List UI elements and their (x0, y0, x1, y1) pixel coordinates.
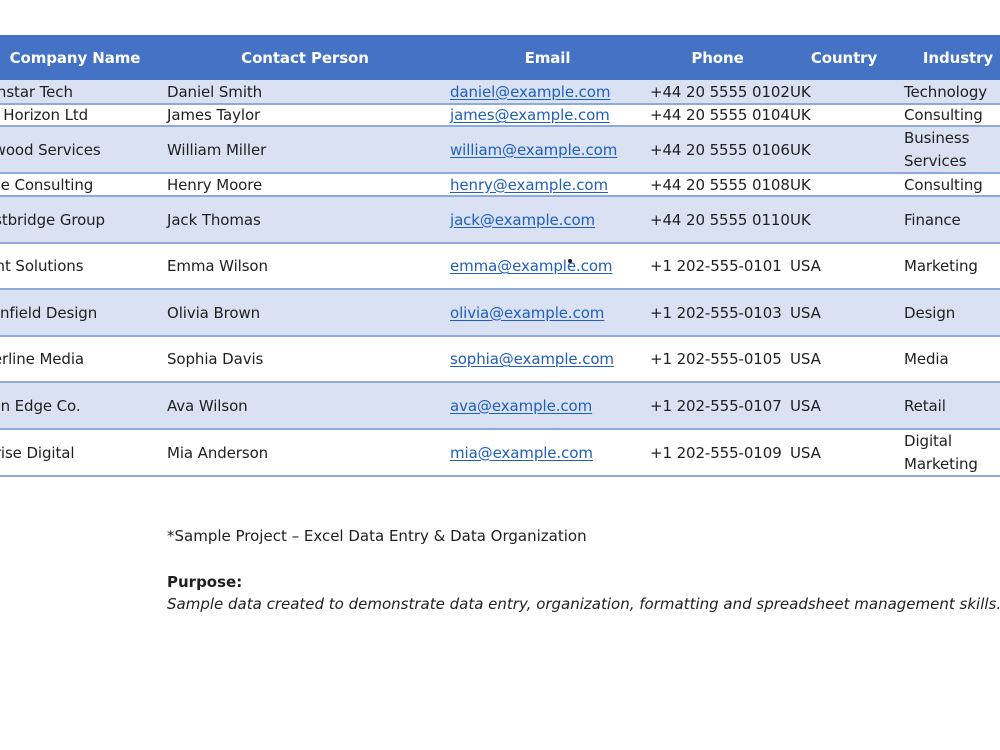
email-link[interactable]: james@example.com (450, 106, 610, 124)
cell-country[interactable]: UK (790, 127, 900, 172)
header-contact-person[interactable]: Contact Person (175, 35, 435, 80)
cell-industry[interactable]: Consulting (904, 174, 1000, 195)
table-row: ilverline Media Sophia Davis sophia@exam… (0, 337, 1000, 383)
email-link[interactable]: olivia@example.com (450, 304, 604, 322)
data-table: Company Name Contact Person Email Phone … (0, 35, 1000, 477)
cell-industry[interactable]: Business Services (904, 127, 1000, 172)
cell-country[interactable]: USA (790, 244, 900, 288)
cell-country[interactable]: UK (790, 174, 900, 195)
cell-phone[interactable]: +1 202-555-0109 (650, 430, 790, 475)
cell-country[interactable]: UK (790, 105, 900, 125)
cell-email[interactable]: emma@example.com (450, 244, 645, 288)
cell-company[interactable]: ilverline Media (0, 337, 166, 381)
cell-email[interactable]: olivia@example.com (450, 290, 645, 335)
cell-contact[interactable]: James Taylor (167, 105, 417, 125)
cell-company[interactable]: rban Edge Co. (0, 383, 166, 428)
cell-phone[interactable]: +44 20 5555 0110 (650, 197, 790, 242)
cell-country[interactable]: USA (790, 337, 900, 381)
table-row: Vestbridge Group Jack Thomas jack@exampl… (0, 197, 1000, 244)
email-link[interactable]: henry@example.com (450, 176, 608, 194)
cell-country[interactable]: UK (790, 80, 900, 103)
header-company-name[interactable]: Company Name (0, 35, 150, 80)
cell-industry[interactable]: Finance (904, 197, 1000, 242)
cell-company[interactable]: right Solutions (0, 244, 166, 288)
cell-phone[interactable]: +44 20 5555 0104 (650, 105, 790, 125)
header-industry[interactable]: Industry (908, 35, 1000, 80)
cell-industry[interactable]: Consulting (904, 105, 1000, 125)
cell-country[interactable]: UK (790, 197, 900, 242)
header-email[interactable]: Email (440, 35, 655, 80)
table-row: lue Horizon Ltd James Taylor james@examp… (0, 105, 1000, 127)
table-row: unrise Digital Mia Anderson mia@example.… (0, 430, 1000, 477)
table-row: right Solutions Emma Wilson emma@example… (0, 244, 1000, 290)
purpose-label-cell[interactable]: Purpose: (167, 571, 1000, 593)
cell-country[interactable]: USA (790, 290, 900, 335)
cell-email[interactable]: james@example.com (450, 105, 645, 125)
email-link[interactable]: daniel@example.com (450, 83, 610, 101)
header-phone[interactable]: Phone (655, 35, 780, 80)
cell-email[interactable]: ava@example.com (450, 383, 645, 428)
cell-contact[interactable]: Ava Wilson (167, 383, 417, 428)
email-link[interactable]: jack@example.com (450, 211, 595, 229)
table-header-row: Company Name Contact Person Email Phone … (0, 35, 1000, 80)
cell-industry[interactable]: Technology (904, 80, 1000, 103)
cell-contact[interactable]: Jack Thomas (167, 197, 417, 242)
cell-company[interactable]: orthstar Tech (0, 80, 166, 103)
cell-company[interactable]: Vestbridge Group (0, 197, 166, 242)
cell-email[interactable]: william@example.com (450, 127, 645, 172)
table-row: reenfield Design Olivia Brown olivia@exa… (0, 290, 1000, 337)
cell-email[interactable]: henry@example.com (450, 174, 645, 195)
cell-company[interactable]: reenfield Design (0, 290, 166, 335)
cell-phone[interactable]: +1 202-555-0101 (650, 244, 790, 288)
email-link[interactable]: emma@example.com (450, 257, 613, 275)
cell-phone[interactable]: +44 20 5555 0108 (650, 174, 790, 195)
project-notes: *Sample Project – Excel Data Entry & Dat… (167, 524, 1000, 615)
email-link[interactable]: ava@example.com (450, 397, 592, 415)
cell-country[interactable]: USA (790, 430, 900, 475)
email-link[interactable]: sophia@example.com (450, 350, 614, 368)
cell-email[interactable]: mia@example.com (450, 430, 645, 475)
cell-company[interactable]: akwood Services (0, 127, 166, 172)
cell-company[interactable]: unrise Digital (0, 430, 166, 475)
cell-industry[interactable]: Marketing (904, 244, 1000, 288)
header-country[interactable]: Country (780, 35, 908, 80)
cell-contact[interactable]: Olivia Brown (167, 290, 417, 335)
mouse-cursor-dot (568, 259, 572, 263)
cell-contact[interactable]: Henry Moore (167, 174, 417, 195)
cell-contact[interactable]: Daniel Smith (167, 80, 417, 103)
table-row: orthstar Tech Daniel Smith daniel@exampl… (0, 80, 1000, 105)
table-row: akwood Services William Miller william@e… (0, 127, 1000, 174)
purpose-text-cell[interactable]: Sample data created to demonstrate data … (167, 593, 1000, 615)
cell-phone[interactable]: +44 20 5555 0102 (650, 80, 790, 103)
project-title-cell[interactable]: *Sample Project – Excel Data Entry & Dat… (167, 524, 1000, 548)
cell-industry[interactable]: Media (904, 337, 1000, 381)
spreadsheet-view: Company Name Contact Person Email Phone … (0, 0, 1000, 750)
cell-contact[interactable]: William Miller (167, 127, 417, 172)
cell-phone[interactable]: +44 20 5555 0106 (650, 127, 790, 172)
cell-company[interactable]: lue Horizon Ltd (0, 105, 166, 125)
cell-phone[interactable]: +1 202-555-0105 (650, 337, 790, 381)
cell-country[interactable]: USA (790, 383, 900, 428)
cell-industry[interactable]: Design (904, 290, 1000, 335)
cell-phone[interactable]: +1 202-555-0107 (650, 383, 790, 428)
cell-email[interactable]: sophia@example.com (450, 337, 645, 381)
cell-email[interactable]: daniel@example.com (450, 80, 645, 103)
cell-phone[interactable]: +1 202-555-0103 (650, 290, 790, 335)
cell-contact[interactable]: Emma Wilson (167, 244, 417, 288)
cell-contact[interactable]: Mia Anderson (167, 430, 417, 475)
table-row: rban Edge Co. Ava Wilson ava@example.com… (0, 383, 1000, 430)
cell-company[interactable]: rime Consulting (0, 174, 166, 195)
cell-email[interactable]: jack@example.com (450, 197, 645, 242)
cell-contact[interactable]: Sophia Davis (167, 337, 417, 381)
email-link[interactable]: william@example.com (450, 141, 617, 159)
email-link[interactable]: mia@example.com (450, 444, 593, 462)
cell-industry[interactable]: Digital Marketing (904, 430, 994, 475)
cell-industry[interactable]: Retail (904, 383, 1000, 428)
table-row: rime Consulting Henry Moore henry@exampl… (0, 174, 1000, 197)
